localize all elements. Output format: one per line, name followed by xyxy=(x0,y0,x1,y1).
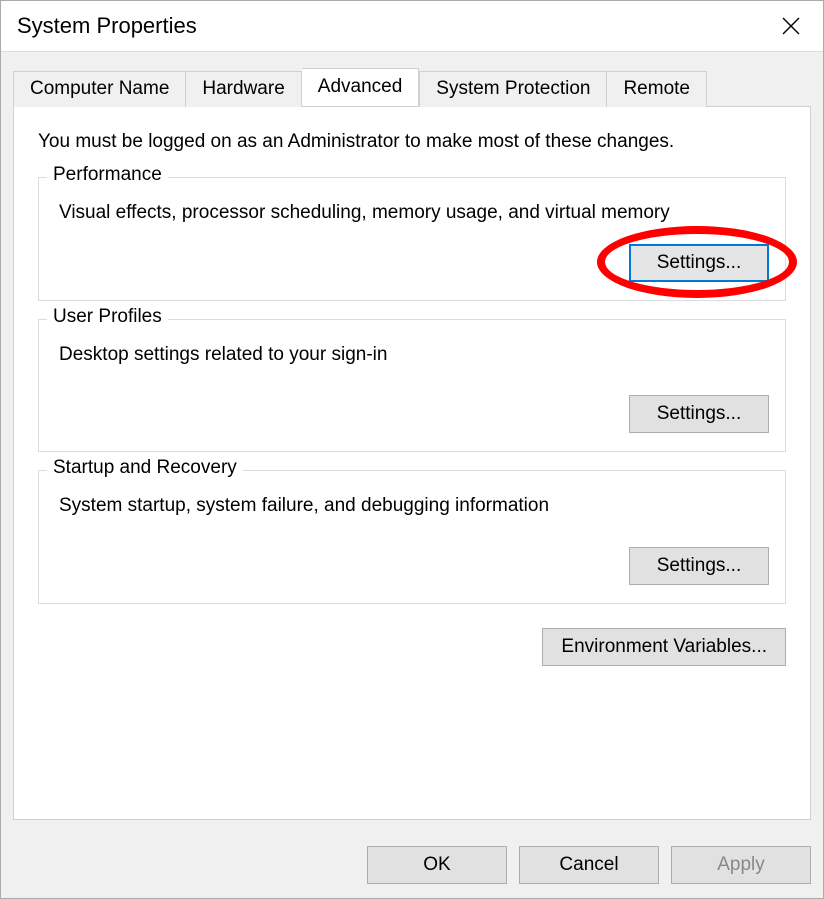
group-performance-desc: Visual effects, processor scheduling, me… xyxy=(59,200,765,226)
performance-settings-button[interactable]: Settings... xyxy=(629,244,769,282)
tab-remote[interactable]: Remote xyxy=(607,71,707,107)
apply-button[interactable]: Apply xyxy=(671,846,811,884)
group-startup-recovery-desc: System startup, system failure, and debu… xyxy=(59,493,765,519)
tab-hardware[interactable]: Hardware xyxy=(186,71,301,107)
admin-notice: You must be logged on as an Administrato… xyxy=(38,131,786,153)
group-performance-legend: Performance xyxy=(47,164,168,186)
group-startup-recovery: Startup and Recovery System startup, sys… xyxy=(38,470,786,604)
startup-recovery-settings-button[interactable]: Settings... xyxy=(629,547,769,585)
group-performance: Performance Visual effects, processor sc… xyxy=(38,177,786,301)
ok-button[interactable]: OK xyxy=(367,846,507,884)
user-profiles-settings-button[interactable]: Settings... xyxy=(629,395,769,433)
dialog-body: Computer Name Hardware Advanced System P… xyxy=(1,51,823,832)
tab-computer-name[interactable]: Computer Name xyxy=(13,71,186,107)
group-startup-recovery-legend: Startup and Recovery xyxy=(47,457,243,479)
tabpanel-advanced: You must be logged on as an Administrato… xyxy=(13,106,811,820)
tabstrip: Computer Name Hardware Advanced System P… xyxy=(13,68,811,106)
close-icon[interactable] xyxy=(769,6,813,46)
tab-system-protection[interactable]: System Protection xyxy=(419,71,607,107)
group-user-profiles-legend: User Profiles xyxy=(47,306,168,328)
group-user-profiles: User Profiles Desktop settings related t… xyxy=(38,319,786,453)
titlebar: System Properties xyxy=(1,1,823,51)
window-title: System Properties xyxy=(17,13,197,39)
tab-advanced[interactable]: Advanced xyxy=(302,68,420,106)
group-user-profiles-desc: Desktop settings related to your sign-in xyxy=(59,342,765,368)
environment-variables-button[interactable]: Environment Variables... xyxy=(542,628,786,666)
system-properties-window: System Properties Computer Name Hardware… xyxy=(0,0,824,899)
cancel-button[interactable]: Cancel xyxy=(519,846,659,884)
dialog-footer: OK Cancel Apply xyxy=(1,832,823,898)
